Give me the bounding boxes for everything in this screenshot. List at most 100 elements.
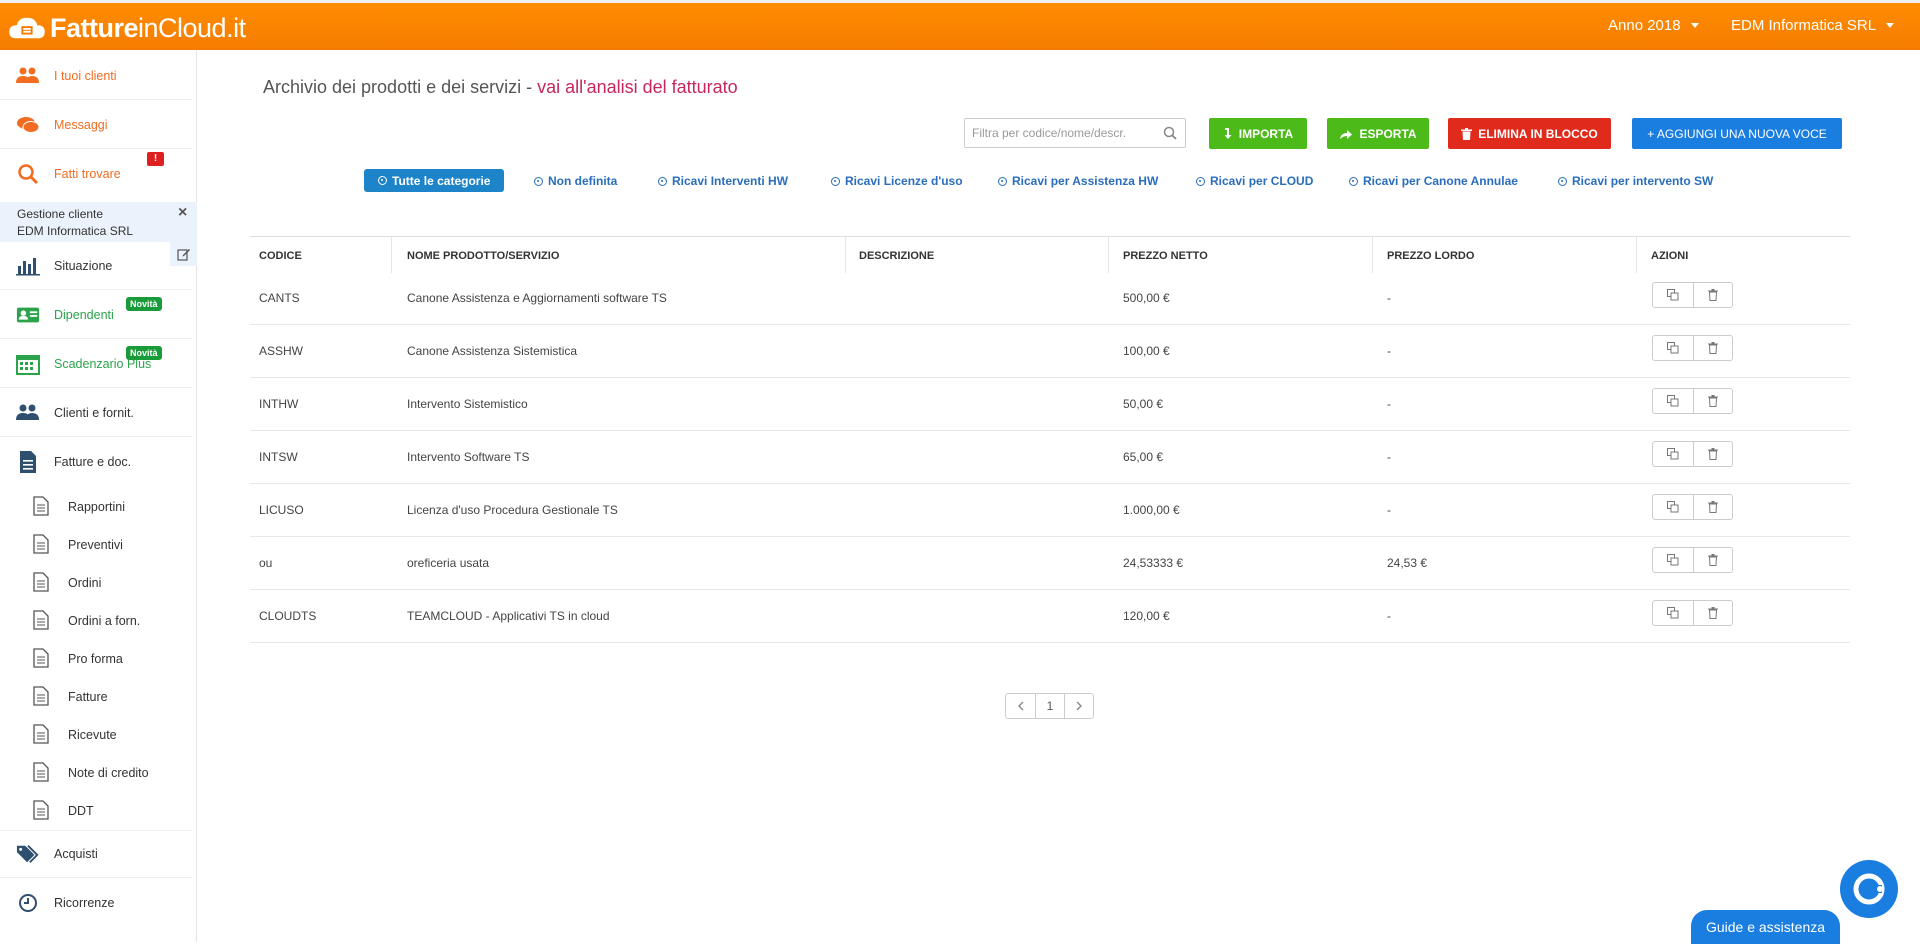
sidebar-subitem-credit-notes[interactable]: Note di credito [0, 754, 197, 792]
column-header-name[interactable]: NOME PRODOTTO/SERVIZIO [407, 250, 559, 262]
delete-button[interactable] [1692, 601, 1733, 625]
duplicate-button[interactable] [1653, 389, 1693, 413]
sidebar-subitem-orders[interactable]: Ordini [0, 564, 197, 602]
table-row[interactable]: CANTS Canone Assistenza e Aggiornamenti … [250, 272, 1850, 325]
file-icon [33, 571, 49, 595]
sidebar-item-clients[interactable]: I tuoi clienti [0, 52, 192, 100]
sidebar-subitem-quotes[interactable]: Preventivi [0, 526, 197, 564]
search-input[interactable] [965, 119, 1155, 147]
sidebar-item-find-me[interactable]: Fatti trovare [0, 150, 197, 198]
revenue-analysis-link[interactable]: vai all'analisi del fatturato [537, 77, 738, 97]
close-icon[interactable]: × [178, 204, 187, 222]
category-label: Ricavi per intervento SW [1572, 174, 1714, 188]
table-row[interactable]: INTHW Intervento Sistemistico 50,00 € - [250, 378, 1850, 431]
category-filter-sw-intervention[interactable]: Ricavi per intervento SW [1558, 174, 1713, 188]
add-item-button[interactable]: + AGGIUNGI UNA NUOVA VOCE [1632, 118, 1842, 149]
sidebar-subitem-ddt[interactable]: DDT [0, 792, 197, 830]
bulk-delete-button[interactable]: ELIMINA IN BLOCCO [1448, 118, 1611, 149]
sidebar-item-invoices-docs[interactable]: Fatture e doc. [0, 438, 197, 486]
file-icon [33, 723, 49, 747]
circle-dot-icon [658, 176, 667, 186]
chat-icon [16, 113, 40, 137]
sidebar-item-scheduler[interactable]: Scadenzario Plus Novità [0, 340, 192, 388]
category-label: Ricavi per CLOUD [1210, 174, 1314, 188]
sidebar-subitem-label: Note di credito [68, 766, 149, 780]
search-icon[interactable] [1163, 126, 1177, 140]
delete-button[interactable] [1692, 336, 1733, 360]
sidebar-subitem-supplier-orders[interactable]: Ordini a forn. [0, 602, 197, 640]
sidebar-subitem-invoices[interactable]: Fatture [0, 678, 197, 716]
bulk-delete-label: ELIMINA IN BLOCCO [1478, 126, 1598, 141]
sidebar-item-employees[interactable]: Dipendenti Novità [0, 291, 192, 339]
caret-down-icon [1690, 23, 1699, 28]
duplicate-button[interactable] [1653, 283, 1693, 307]
category-filter-annual-fee[interactable]: Ricavi per Canone Annulae [1349, 174, 1518, 188]
help-guide-button[interactable]: Guide e assistenza [1691, 910, 1840, 944]
app-logo[interactable]: FattureinCloud.it [8, 12, 246, 44]
live-chat-button[interactable] [1840, 860, 1898, 918]
category-filter-hw-interventions[interactable]: Ricavi Interventi HW [658, 174, 788, 188]
sidebar-subitem-label: Ordini a forn. [68, 614, 141, 628]
duplicate-button[interactable] [1653, 495, 1693, 519]
column-header-code[interactable]: CODICE [259, 250, 302, 262]
column-header-gross-price[interactable]: PREZZO LORDO [1387, 250, 1474, 262]
category-filter-cloud[interactable]: Ricavi per CLOUD [1196, 174, 1313, 188]
category-label: Non definita [548, 174, 618, 188]
table-row[interactable]: INTSW Intervento Software TS 65,00 € - [250, 431, 1850, 484]
cell-code: CANTS [259, 291, 300, 305]
search-field[interactable] [964, 118, 1186, 148]
prev-page-button[interactable] [1006, 694, 1035, 718]
chevron-left-icon [1018, 701, 1024, 711]
sidebar-subitem-reports[interactable]: Rapportini [0, 488, 197, 526]
import-button[interactable]: IMPORTA [1209, 118, 1307, 149]
duplicate-button[interactable] [1653, 442, 1693, 466]
category-filter-undefined[interactable]: Non definita [534, 174, 617, 188]
circle-dot-icon [1349, 176, 1358, 186]
delete-button[interactable] [1692, 283, 1733, 307]
sidebar-item-overview[interactable]: Situazione [0, 242, 192, 290]
category-filter-hw-assistance[interactable]: Ricavi per Assistenza HW [998, 174, 1158, 188]
cell-gross-price: - [1387, 609, 1391, 623]
cell-name: Intervento Software TS [407, 450, 530, 464]
people-icon [16, 401, 40, 425]
row-actions [1652, 547, 1733, 573]
category-filter-licenses[interactable]: Ricavi Licenze d'uso [831, 174, 963, 188]
export-button[interactable]: ESPORTA [1327, 118, 1429, 149]
category-filter-all[interactable]: Tutte le categorie [364, 169, 505, 192]
delete-button[interactable] [1692, 548, 1733, 572]
sidebar-item-label: I tuoi clienti [54, 68, 117, 83]
page-number-button[interactable]: 1 [1035, 694, 1064, 718]
circle-dot-icon [1558, 176, 1567, 186]
sidebar-item-label: Ricorrenze [54, 896, 115, 910]
delete-button[interactable] [1692, 495, 1733, 519]
next-page-button[interactable] [1064, 694, 1093, 718]
company-dropdown[interactable]: EDM Informatica SRL [1731, 17, 1895, 34]
table-row[interactable]: CLOUDTS TEAMCLOUD - Applicativi TS in cl… [250, 590, 1850, 643]
sidebar-item-purchases[interactable]: Acquisti [0, 830, 192, 878]
column-header-description[interactable]: DESCRIZIONE [859, 250, 934, 262]
column-header-net-price[interactable]: PREZZO NETTO [1123, 250, 1208, 262]
table-row[interactable]: ou oreficeria usata 24,53333 € 24,53 € [250, 537, 1850, 590]
year-dropdown[interactable]: Anno 2018 [1608, 17, 1699, 34]
sidebar-item-label: Situazione [54, 258, 113, 273]
table-row[interactable]: LICUSO Licenza d'uso Procedura Gestional… [250, 484, 1850, 537]
table-row[interactable]: ASSHW Canone Assistenza Sistemistica 100… [250, 325, 1850, 378]
sidebar-subitem-proforma[interactable]: Pro forma [0, 640, 197, 678]
copy-icon [1666, 395, 1679, 407]
cell-net-price: 500,00 € [1123, 291, 1170, 305]
client-box-title: Gestione cliente [17, 207, 104, 221]
sidebar-item-messages[interactable]: Messaggi [0, 101, 192, 149]
cell-code: INTHW [259, 397, 299, 411]
import-label: IMPORTA [1238, 126, 1294, 141]
cloud-logo-icon [9, 17, 45, 39]
sidebar-subitem-receipts[interactable]: Ricevute [0, 716, 197, 754]
sidebar-item-clients-suppliers[interactable]: Clienti e fornit. [0, 389, 192, 437]
delete-button[interactable] [1692, 442, 1733, 466]
duplicate-button[interactable] [1653, 601, 1693, 625]
duplicate-button[interactable] [1653, 336, 1693, 360]
sidebar-item-recurrences[interactable]: Ricorrenze [0, 879, 197, 927]
duplicate-button[interactable] [1653, 548, 1693, 572]
delete-button[interactable] [1692, 389, 1733, 413]
company-label: EDM Informatica SRL [1731, 17, 1877, 34]
main-content: Archivio dei prodotti e dei servizi - va… [198, 50, 1920, 942]
